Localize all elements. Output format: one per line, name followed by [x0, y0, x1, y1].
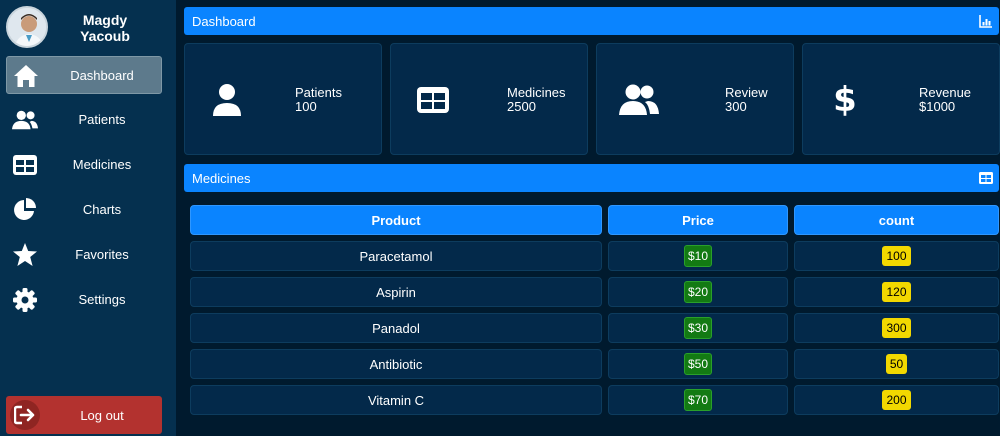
- price-badge: $10: [683, 245, 713, 267]
- count-badge: 50: [885, 354, 908, 374]
- table-icon: [12, 152, 38, 178]
- sidebar-item-label: Patients: [78, 112, 126, 127]
- gear-icon: [12, 287, 38, 313]
- sidebar-item-label: Settings: [78, 292, 126, 307]
- avatar[interactable]: [6, 6, 48, 48]
- pie-chart-icon: [12, 197, 38, 223]
- sidebar-item-label: Medicines: [72, 157, 132, 172]
- stat-label: Medicines: [507, 85, 566, 100]
- medicines-title: Medicines: [192, 171, 251, 186]
- table-cell-count: 120: [794, 277, 999, 307]
- price-badge: $30: [683, 317, 713, 339]
- table-cell-price: $10: [608, 241, 788, 271]
- table-cell-count: 100: [794, 241, 999, 271]
- table-cell-product: Paracetamol: [190, 241, 602, 271]
- medicines-header: Medicines: [184, 164, 999, 192]
- table-cell-price: $30: [608, 313, 788, 343]
- price-badge: $20: [683, 281, 713, 303]
- stat-card-review[interactable]: Review 300: [596, 43, 794, 155]
- column-header-product[interactable]: Product: [190, 205, 602, 235]
- table-cell-count: 50: [794, 349, 999, 379]
- stat-value: $1000: [919, 99, 956, 114]
- table-cell-price: $50: [608, 349, 788, 379]
- bar-chart-icon[interactable]: [979, 14, 993, 28]
- table-cell-price: $20: [608, 277, 788, 307]
- stat-value: 100: [295, 99, 317, 114]
- sidebar: Magdy Yacoub Dashboard Patients Medicine…: [0, 0, 176, 436]
- count-badge: 200: [882, 390, 911, 410]
- star-icon: [12, 242, 38, 268]
- column-header-count[interactable]: count: [794, 205, 999, 235]
- stat-label: Patients: [295, 85, 342, 100]
- sidebar-item-patients[interactable]: Patients: [6, 101, 162, 139]
- sidebar-item-dashboard[interactable]: Dashboard: [6, 56, 162, 94]
- count-badge: 300: [882, 318, 911, 338]
- profile-name: Magdy Yacoub: [80, 12, 130, 44]
- profile: Magdy Yacoub: [6, 6, 170, 52]
- stat-card-revenue[interactable]: $ Revenue $1000: [802, 43, 1000, 155]
- sidebar-item-medicines[interactable]: Medicines: [6, 146, 162, 184]
- user-icon: [207, 82, 247, 118]
- price-badge: $70: [683, 389, 713, 411]
- logout-label: Log out: [80, 408, 124, 423]
- sidebar-item-settings[interactable]: Settings: [6, 281, 162, 319]
- dashboard-title: Dashboard: [192, 14, 256, 29]
- column-header-price[interactable]: Price: [608, 205, 788, 235]
- sidebar-item-label: Favorites: [75, 247, 129, 262]
- table-cell-product: Aspirin: [190, 277, 602, 307]
- sidebar-item-label: Dashboard: [70, 68, 134, 83]
- sidebar-nav: Dashboard Patients Medicines Charts Favo…: [6, 56, 162, 326]
- table-icon[interactable]: [979, 171, 993, 185]
- logout-icon: [10, 400, 40, 430]
- sidebar-item-label: Charts: [82, 202, 122, 217]
- users-icon: [12, 107, 38, 133]
- sidebar-item-charts[interactable]: Charts: [6, 191, 162, 229]
- users-icon: [619, 82, 659, 118]
- count-badge: 100: [882, 246, 911, 266]
- table-cell-price: $70: [608, 385, 788, 415]
- table-cell-product: Antibiotic: [190, 349, 602, 379]
- table-cell-product: Panadol: [190, 313, 602, 343]
- table-icon: [413, 82, 453, 118]
- stat-card-medicines[interactable]: Medicines 2500: [390, 43, 588, 155]
- table-cell-count: 200: [794, 385, 999, 415]
- stat-value: 300: [725, 99, 747, 114]
- stat-label: Review: [725, 85, 768, 100]
- dashboard-header: Dashboard: [184, 7, 999, 35]
- dollar-icon: $: [833, 80, 857, 120]
- stat-card-patients[interactable]: Patients 100: [184, 43, 382, 155]
- home-icon: [13, 63, 39, 89]
- stat-value: 2500: [507, 99, 536, 114]
- table-cell-count: 300: [794, 313, 999, 343]
- logout-button[interactable]: Log out: [6, 396, 162, 434]
- stat-label: Revenue: [919, 85, 972, 100]
- table-cell-product: Vitamin C: [190, 385, 602, 415]
- sidebar-item-favorites[interactable]: Favorites: [6, 236, 162, 274]
- price-badge: $50: [683, 353, 713, 375]
- count-badge: 120: [882, 282, 911, 302]
